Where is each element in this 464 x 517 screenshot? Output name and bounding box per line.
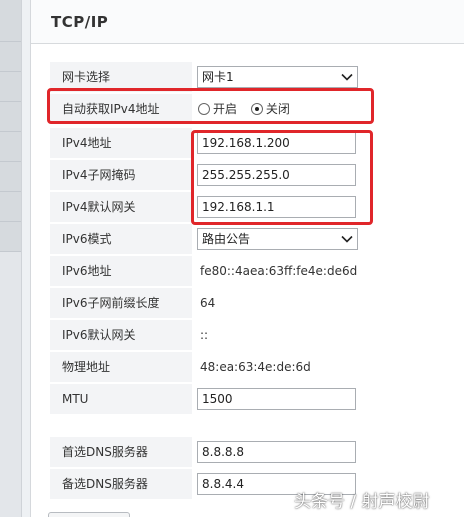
ipv6-prefix-value: 64 xyxy=(200,296,216,310)
ipv6-prefix-label: IPv6子网前缀长度 xyxy=(50,288,192,318)
mtu-label: MTU xyxy=(50,384,192,414)
chevron-down-icon xyxy=(341,235,353,243)
dns-secondary-label: 备选DNS服务器 xyxy=(50,469,192,499)
mtu-input[interactable]: 1500 xyxy=(197,388,356,410)
ipv6-mode-row: IPv6模式 路由公告 xyxy=(50,224,464,254)
nic-select[interactable]: 网卡1 xyxy=(197,66,358,88)
ipv6-address-value: fe80::4aea:63ff:fe4e:de6d xyxy=(200,264,358,278)
ipv6-gateway-value: :: xyxy=(200,328,209,342)
tab-tcpip[interactable]: TCP/IP xyxy=(31,0,464,44)
ipv4-mask-label: IPv4子网掩码 xyxy=(50,160,192,190)
ipv6-address-row: IPv6地址 fe80::4aea:63ff:fe4e:de6d xyxy=(50,256,464,286)
ipv6-gateway-label: IPv6默认网关 xyxy=(50,320,192,350)
dns-primary-input[interactable]: 8.8.8.8 xyxy=(197,441,356,463)
ipv6-prefix-row: IPv6子网前缀长度 64 xyxy=(50,288,464,318)
tab-title: TCP/IP xyxy=(51,13,109,31)
ipv4-address-label: IPv4地址 xyxy=(50,128,192,158)
ipv4-gateway-label: IPv4默认网关 xyxy=(50,192,192,222)
dns-primary-row: 首选DNS服务器 8.8.8.8 xyxy=(50,437,464,467)
nav-segment[interactable] xyxy=(0,102,21,132)
mtu-row: MTU 1500 xyxy=(50,384,464,414)
nav-segment[interactable] xyxy=(0,72,21,102)
nic-select-value: 网卡1 xyxy=(202,70,234,84)
chevron-down-icon xyxy=(341,73,353,81)
nav-segment[interactable] xyxy=(0,132,21,162)
nav-segment[interactable] xyxy=(0,192,21,222)
save-button[interactable] xyxy=(48,512,130,517)
nav-segment[interactable] xyxy=(0,42,21,72)
dns-primary-label: 首选DNS服务器 xyxy=(50,437,192,467)
ipv6-mode-label: IPv6模式 xyxy=(50,224,192,254)
watermark: 头条号 / 射声校尉 xyxy=(294,492,430,512)
ipv6-mode-select-value: 路由公告 xyxy=(202,232,251,246)
nav-segment[interactable] xyxy=(0,162,21,192)
nav-segment[interactable] xyxy=(0,0,21,42)
mac-address-value: 48:ea:63:4e:de:6d xyxy=(200,360,311,374)
highlight-box-auto-ipv4 xyxy=(47,88,374,124)
ipv6-gateway-row: IPv6默认网关 :: xyxy=(50,320,464,350)
ipv6-mode-select[interactable]: 路由公告 xyxy=(197,228,358,250)
left-navigation-strip xyxy=(0,0,22,517)
mac-address-label: 物理地址 xyxy=(50,352,192,382)
highlight-box-ipv4-fields xyxy=(191,130,373,225)
ipv6-address-label: IPv6地址 xyxy=(50,256,192,286)
nav-segment[interactable] xyxy=(0,222,21,252)
mac-address-row: 物理地址 48:ea:63:4e:de:6d xyxy=(50,352,464,382)
